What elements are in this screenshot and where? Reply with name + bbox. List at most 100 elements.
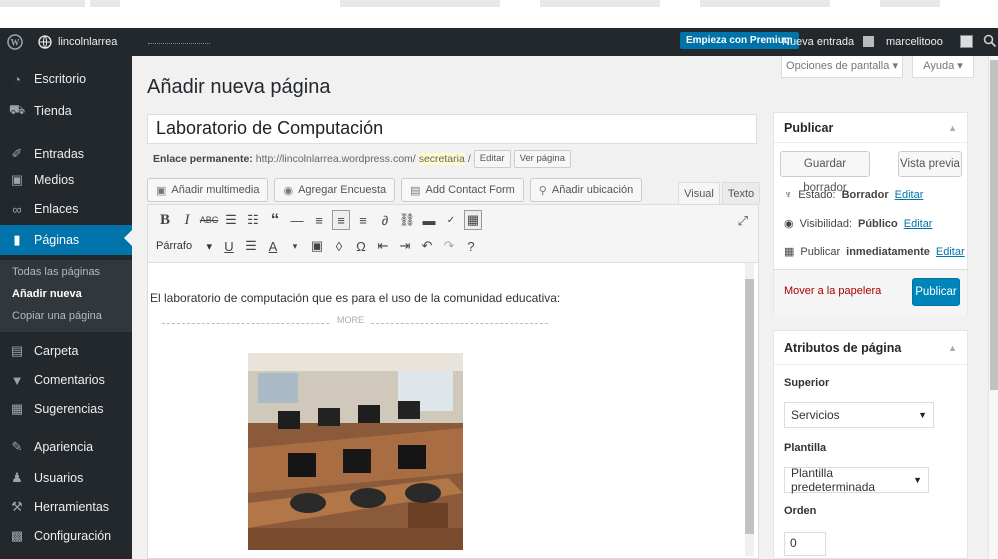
sidebar-item-herramientas[interactable]: ⚒ Herramientas — [0, 494, 132, 520]
sidebar-item-comentarios[interactable]: ▼ Comentarios — [0, 367, 132, 393]
paste-text-icon[interactable]: ▣ — [308, 236, 326, 256]
spellcheck-icon[interactable]: ✓ — [442, 210, 460, 230]
numbered-list-icon[interactable]: ☷ — [244, 210, 262, 230]
help-icon[interactable]: ? — [462, 236, 480, 256]
edit-status-link[interactable]: Editar — [895, 189, 924, 201]
add-location-button[interactable]: ⚲ Añadir ubicación — [529, 178, 643, 202]
sidebar-item-usuarios[interactable]: ♟ Usuarios — [0, 465, 132, 491]
indent-icon[interactable]: ⇥ — [396, 236, 414, 256]
bullet-list-icon[interactable]: ☰ — [222, 210, 240, 230]
parent-select[interactable]: Servicios ▼ — [784, 402, 934, 428]
bold-icon[interactable]: B — [156, 210, 174, 230]
sidebar-item-apariencia[interactable]: ✎ Apariencia — [0, 434, 132, 460]
tab-text[interactable]: Texto — [722, 182, 760, 204]
blockquote-icon[interactable]: “ — [266, 210, 284, 230]
sidebar-item-paginas[interactable]: ▮ Páginas — [0, 225, 132, 255]
submenu-item-add-new[interactable]: Añadir nueva — [12, 288, 82, 300]
search-icon[interactable] — [983, 34, 997, 48]
toolbar-row-2: Párrafo ▾ U ☰ A ▾ ▣ ◊ Ω ⇤ ⇥ ↶ ↷ ? — [156, 236, 480, 256]
justify-icon[interactable]: ☰ — [242, 236, 260, 256]
wordpress-logo-icon[interactable]: W — [0, 28, 30, 56]
edit-visibility-link[interactable]: Editar — [904, 218, 933, 230]
computer-lab-photo[interactable] — [248, 353, 463, 550]
add-contact-form-button[interactable]: ▤ Add Contact Form — [401, 178, 524, 202]
avatar[interactable] — [960, 35, 973, 48]
editor-body[interactable]: El laboratorio de computación que es par… — [148, 263, 746, 558]
page-title: Añadir nueva página — [147, 76, 331, 98]
cropped-fragment — [0, 0, 85, 7]
collapse-icon[interactable]: ▲ — [948, 123, 957, 133]
submenu-item-all-pages[interactable]: Todas las páginas — [12, 266, 100, 278]
sidebar-item-sugerencias[interactable]: ▦ Sugerencias — [0, 396, 132, 422]
sidebar-item-tienda[interactable]: ⛟ Tienda — [0, 98, 132, 124]
chevron-down-icon: ▾ — [206, 240, 212, 253]
unlink-icon[interactable]: ⛓ — [398, 210, 416, 230]
svg-text:W: W — [11, 38, 20, 48]
sidebar-item-escritorio[interactable]: ◔ Escritorio — [0, 66, 132, 92]
edit-permalink-button[interactable]: Editar — [473, 150, 511, 168]
user-name[interactable]: marcelitooo — [886, 28, 943, 56]
italic-icon[interactable]: I — [178, 210, 196, 230]
sidebar-item-label: Configuración — [34, 529, 112, 543]
sidebar-item-entradas[interactable]: ✐ Entradas — [0, 141, 132, 167]
sidebar-item-configuracion[interactable]: ▩ Configuración — [0, 523, 132, 549]
premium-button[interactable]: Empieza con Premium — [680, 32, 799, 49]
fullscreen-icon[interactable]: ⤢ — [738, 213, 748, 229]
format-select[interactable]: Párrafo ▾ — [156, 240, 216, 253]
strikethrough-icon[interactable]: ABC — [200, 210, 219, 230]
move-to-trash-link[interactable]: Mover a la papelera — [784, 285, 881, 297]
site-menu[interactable]: lincolnlarrea — [30, 28, 125, 56]
page-scrollbar[interactable] — [988, 56, 998, 559]
text-color-icon[interactable]: A — [264, 236, 282, 256]
new-entry-link[interactable]: Nueva entrada — [782, 28, 854, 56]
screen-options-button[interactable]: Opciones de pantalla ▾ — [781, 56, 903, 78]
view-page-button[interactable]: Ver página — [513, 150, 571, 168]
post-title-input[interactable]: Laboratorio de Computación — [147, 114, 757, 144]
order-input[interactable]: 0 — [784, 532, 826, 556]
notifications-icon[interactable] — [863, 36, 874, 47]
chevron-down-icon[interactable]: ▾ — [286, 236, 304, 256]
special-character-icon[interactable]: Ω — [352, 236, 370, 256]
link-icon[interactable]: ∂ — [376, 210, 394, 230]
sidebar-item-label: Comentarios — [34, 373, 105, 387]
editor-scrollbar-thumb[interactable] — [745, 279, 754, 534]
template-select[interactable]: Plantilla predeterminada ▼ — [784, 466, 929, 494]
redo-icon[interactable]: ↷ — [440, 236, 458, 256]
tab-visual[interactable]: Visual — [678, 182, 720, 204]
horizontal-line-icon[interactable]: — — [288, 210, 306, 230]
preview-button[interactable]: Vista previa — [898, 151, 962, 177]
toolbar-toggle-icon[interactable]: ▦ — [464, 210, 482, 230]
screen-options-label: Opciones de pantalla — [786, 60, 890, 72]
undo-icon[interactable]: ↶ — [418, 236, 436, 256]
visibility-row: ◉ Visibilidad: Público Editar — [784, 217, 933, 231]
page-scrollbar-thumb[interactable] — [990, 60, 998, 390]
align-right-icon[interactable]: ≡ — [354, 210, 372, 230]
permalink-slug[interactable]: secretaria — [418, 153, 465, 165]
add-poll-button[interactable]: ◉ Agregar Encuesta — [274, 178, 396, 202]
clear-formatting-icon[interactable]: ◊ — [330, 236, 348, 256]
media-icon: ▣ — [10, 172, 24, 187]
read-more-icon[interactable]: ▬ — [420, 210, 438, 230]
edit-schedule-link[interactable]: Editar — [936, 246, 965, 258]
format-select-value: Párrafo — [156, 239, 193, 252]
sidebar-item-medios[interactable]: ▣ Medios — [0, 167, 132, 193]
top-band — [0, 0, 998, 28]
editor-scrollbar[interactable] — [745, 263, 754, 556]
submenu-item-copy-page[interactable]: Copiar una página — [12, 310, 102, 322]
outdent-icon[interactable]: ⇤ — [374, 236, 392, 256]
help-button[interactable]: Ayuda ▾ — [912, 56, 974, 78]
add-media-button[interactable]: ▣ Añadir multimedia — [147, 178, 269, 202]
collapse-icon[interactable]: ▲ — [948, 343, 957, 353]
align-left-icon[interactable]: ≡ — [310, 210, 328, 230]
publish-button[interactable]: Publicar — [912, 278, 960, 306]
publish-box-header[interactable]: Publicar ▲ — [774, 113, 967, 143]
sidebar-item-enlaces[interactable]: ∞ Enlaces — [0, 196, 132, 222]
align-center-icon[interactable]: ≡ — [332, 210, 350, 230]
template-label: Plantilla — [784, 442, 827, 454]
help-label: Ayuda — [923, 60, 955, 72]
page-attributes-header[interactable]: Atributos de página ▲ — [774, 331, 967, 365]
sidebar-submenu: Todas las páginas Añadir nueva Copiar un… — [0, 260, 132, 332]
sidebar-item-carpeta[interactable]: ▤ Carpeta — [0, 338, 132, 364]
underline-icon[interactable]: U — [220, 236, 238, 256]
save-draft-button[interactable]: Guardar borrador — [780, 151, 870, 194]
